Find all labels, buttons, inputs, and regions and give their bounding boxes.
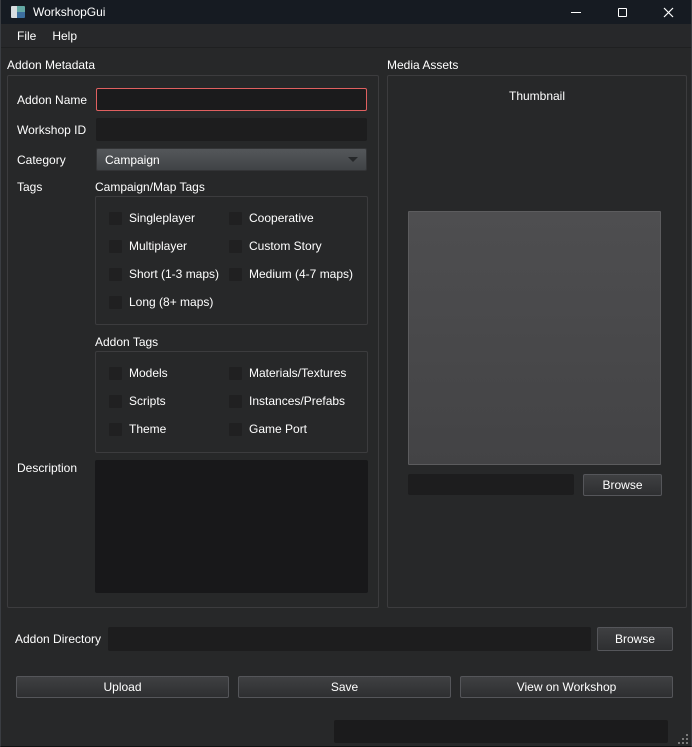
tags-label: Tags xyxy=(17,180,42,194)
checkbox-materials-textures[interactable]: Materials/Textures xyxy=(229,359,368,387)
upload-button[interactable]: Upload xyxy=(16,676,229,698)
checkbox-box[interactable] xyxy=(229,240,242,253)
checkbox-box[interactable] xyxy=(109,240,122,253)
close-button[interactable] xyxy=(645,0,691,24)
checkbox-game-port[interactable]: Game Port xyxy=(229,415,368,443)
checkbox-box[interactable] xyxy=(109,296,122,309)
checkbox-short-maps[interactable]: Short (1-3 maps) xyxy=(109,260,229,288)
checkbox-label: Materials/Textures xyxy=(249,366,346,380)
category-label: Category xyxy=(17,153,66,167)
checkbox-label: Game Port xyxy=(249,422,307,436)
checkbox-label: Scripts xyxy=(129,394,166,408)
checkbox-label: Medium (4-7 maps) xyxy=(249,267,353,281)
addon-name-input[interactable] xyxy=(96,88,367,111)
checkbox-box[interactable] xyxy=(229,212,242,225)
checkbox-label: Models xyxy=(129,366,168,380)
addon-directory-input[interactable] xyxy=(108,627,591,651)
thumbnail-path-input[interactable] xyxy=(408,474,574,495)
checkbox-long-maps[interactable]: Long (8+ maps) xyxy=(109,288,229,316)
checkbox-box[interactable] xyxy=(109,395,122,408)
view-on-workshop-button-label: View on Workshop xyxy=(517,680,617,694)
checkbox-label: Cooperative xyxy=(249,211,314,225)
window-title: WorkshopGui xyxy=(33,5,105,19)
chevron-down-icon xyxy=(348,157,358,162)
workshop-id-input[interactable] xyxy=(96,118,367,141)
category-selected-value: Campaign xyxy=(105,153,160,167)
checkbox-label: Theme xyxy=(129,422,166,436)
menu-bar: File Help xyxy=(1,24,691,48)
checkbox-label: Long (8+ maps) xyxy=(129,295,213,309)
checkbox-label: Multiplayer xyxy=(129,239,187,253)
checkbox-label: Custom Story xyxy=(249,239,322,253)
view-on-workshop-button[interactable]: View on Workshop xyxy=(460,676,673,698)
menu-help[interactable]: Help xyxy=(44,26,85,46)
browse-button-label: Browse xyxy=(615,632,655,646)
maximize-icon xyxy=(618,8,627,17)
save-button-label: Save xyxy=(331,680,358,694)
close-icon xyxy=(663,7,674,18)
addon-directory-browse-button[interactable]: Browse xyxy=(597,627,673,651)
window-controls xyxy=(553,0,691,24)
description-textarea[interactable] xyxy=(95,460,368,593)
checkbox-models[interactable]: Models xyxy=(109,359,229,387)
workshop-id-label: Workshop ID xyxy=(17,123,86,137)
upload-button-label: Upload xyxy=(103,680,141,694)
checkbox-instances-prefabs[interactable]: Instances/Prefabs xyxy=(229,387,368,415)
thumbnail-label: Thumbnail xyxy=(387,89,687,103)
checkbox-box[interactable] xyxy=(109,212,122,225)
maximize-button[interactable] xyxy=(599,0,645,24)
checkbox-medium-maps[interactable]: Medium (4-7 maps) xyxy=(229,260,368,288)
checkbox-box[interactable] xyxy=(109,423,122,436)
checkbox-custom-story[interactable]: Custom Story xyxy=(229,232,368,260)
checkbox-label: Singleplayer xyxy=(129,211,195,225)
checkbox-label: Instances/Prefabs xyxy=(249,394,345,408)
checkbox-box[interactable] xyxy=(109,367,122,380)
checkbox-multiplayer[interactable]: Multiplayer xyxy=(109,232,229,260)
addon-tags-group-title: Addon Tags xyxy=(95,335,158,349)
checkbox-box[interactable] xyxy=(229,268,242,281)
addon-tags-checkbox-grid: Models Materials/Textures Scripts Instan… xyxy=(95,351,368,443)
category-dropdown[interactable]: Campaign xyxy=(96,148,367,171)
browse-button-label: Browse xyxy=(602,478,642,492)
workshop-gui-window: WorkshopGui File Help Addon Metadata Add… xyxy=(0,0,692,747)
media-assets-group-title: Media Assets xyxy=(387,58,458,72)
title-bar: WorkshopGui xyxy=(1,0,691,24)
checkbox-box[interactable] xyxy=(109,268,122,281)
menu-file[interactable]: File xyxy=(9,26,44,46)
checkbox-scripts[interactable]: Scripts xyxy=(109,387,229,415)
resize-grip-icon[interactable] xyxy=(676,732,688,744)
checkbox-theme[interactable]: Theme xyxy=(109,415,229,443)
addon-directory-label: Addon Directory xyxy=(15,632,101,646)
thumbnail-browse-button[interactable]: Browse xyxy=(583,474,662,496)
addon-name-label: Addon Name xyxy=(17,93,87,107)
save-button[interactable]: Save xyxy=(238,676,451,698)
campaign-tags-group-title: Campaign/Map Tags xyxy=(95,180,205,194)
checkbox-box[interactable] xyxy=(229,395,242,408)
checkbox-box[interactable] xyxy=(229,367,242,380)
checkbox-singleplayer[interactable]: Singleplayer xyxy=(109,204,229,232)
minimize-button[interactable] xyxy=(553,0,599,24)
thumbnail-preview xyxy=(408,211,661,465)
addon-metadata-group-title: Addon Metadata xyxy=(7,58,95,72)
checkbox-box[interactable] xyxy=(229,423,242,436)
status-field xyxy=(334,720,668,743)
checkbox-label: Short (1-3 maps) xyxy=(129,267,219,281)
app-icon xyxy=(11,6,25,18)
description-label: Description xyxy=(17,461,77,475)
minimize-icon xyxy=(571,12,581,13)
checkbox-cooperative[interactable]: Cooperative xyxy=(229,204,368,232)
campaign-tags-checkbox-grid: Singleplayer Cooperative Multiplayer Cus… xyxy=(95,196,368,316)
